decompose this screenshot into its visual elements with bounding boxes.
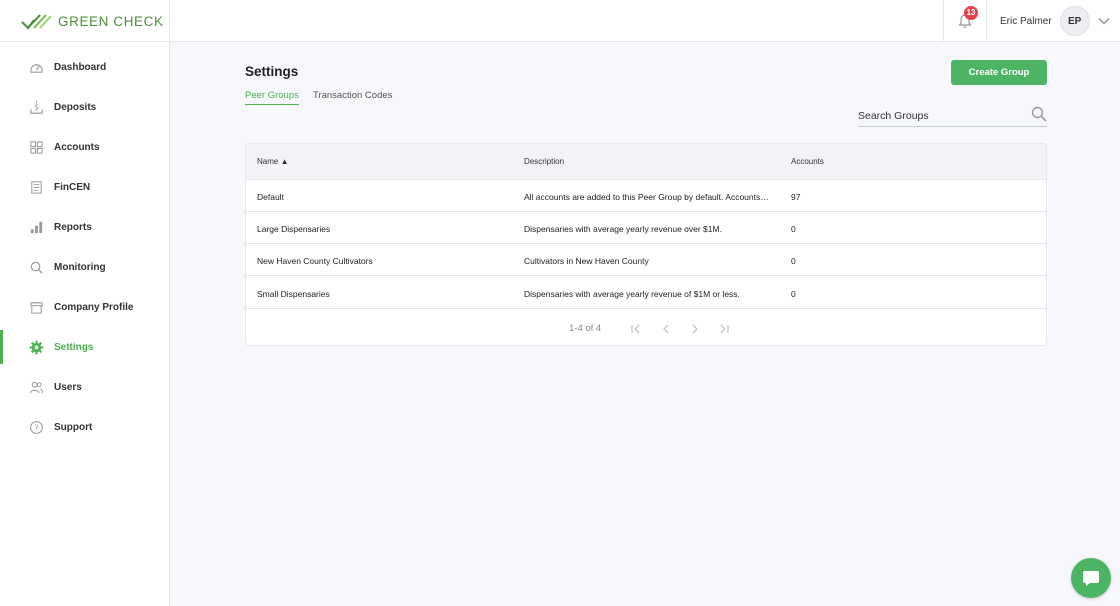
brand-name: GREEN CHECK	[58, 13, 164, 29]
sidebar-item-label: Support	[54, 421, 93, 433]
notifications-button[interactable]: 13	[943, 0, 987, 42]
pagination: 1-4 of 4	[246, 310, 1046, 345]
column-header-description[interactable]: Description	[524, 157, 564, 166]
next-page-icon[interactable]	[689, 322, 701, 334]
gear-icon	[28, 339, 44, 355]
store-icon	[28, 299, 44, 315]
document-icon	[28, 179, 44, 195]
sidebar-item-monitoring[interactable]: Monitoring	[0, 250, 169, 284]
sidebar-item-accounts[interactable]: Accounts	[0, 130, 169, 164]
users-icon	[28, 379, 44, 395]
sidebar-item-deposits[interactable]: $ Deposits	[0, 90, 169, 124]
cell-description: Dispensaries with average yearly revenue…	[524, 224, 722, 234]
pagination-range: 1-4 of 4	[569, 323, 602, 334]
cell-accounts: 0	[791, 224, 796, 234]
top-header: GREEN CHECK 13 Eric Palmer EP	[0, 0, 1120, 42]
grid-icon	[28, 139, 44, 155]
chevron-down-icon[interactable]	[1098, 17, 1110, 25]
help-icon: ?	[28, 419, 44, 435]
cell-description: Cultivators in New Haven County	[524, 256, 649, 266]
table-row[interactable]: Default All accounts are added to this P…	[246, 180, 1046, 212]
user-menu[interactable]: Eric Palmer EP	[1000, 0, 1110, 42]
bar-chart-icon	[28, 219, 44, 235]
cell-accounts: 97	[791, 192, 801, 202]
chat-bubble-icon	[1083, 571, 1099, 586]
sidebar-item-fincen[interactable]: FinCEN	[0, 170, 169, 204]
check-logo-icon	[21, 14, 52, 30]
cell-accounts: 0	[791, 289, 796, 299]
cell-accounts: 0	[791, 256, 796, 266]
cell-name: Small Dispensaries	[257, 289, 330, 299]
table-row[interactable]: Small Dispensaries Dispensaries with ave…	[246, 277, 1046, 309]
tab-transaction-codes[interactable]: Transaction Codes	[313, 90, 392, 104]
svg-text:?: ?	[34, 423, 38, 432]
sidebar-item-label: Company Profile	[54, 301, 134, 313]
prev-page-icon[interactable]	[660, 322, 672, 334]
first-page-icon[interactable]	[630, 322, 642, 334]
table-header: Name ▲ Description Accounts	[246, 144, 1046, 180]
search-box	[858, 105, 1047, 127]
sidebar-item-label: Reports	[54, 221, 92, 233]
create-group-button[interactable]: Create Group	[951, 60, 1047, 85]
sidebar-item-label: Accounts	[54, 141, 100, 153]
sidebar-item-label: Deposits	[54, 101, 97, 113]
sidebar-item-users[interactable]: Users	[0, 370, 169, 404]
search-input[interactable]	[858, 107, 1023, 125]
page-title: Settings	[245, 64, 299, 79]
chat-button[interactable]	[1071, 558, 1111, 598]
deposits-icon: $	[28, 99, 44, 115]
column-header-accounts[interactable]: Accounts	[791, 157, 824, 166]
sidebar-item-label: Monitoring	[54, 261, 106, 273]
cell-description: Dispensaries with average yearly revenue…	[524, 289, 740, 299]
column-header-name[interactable]: Name ▲	[257, 157, 288, 166]
sidebar-item-label: Users	[54, 381, 82, 393]
sidebar-item-label: Dashboard	[54, 61, 107, 73]
cell-description: All accounts are added to this Peer Grou…	[524, 192, 769, 202]
sidebar: Dashboard $ Deposits Accounts FinCEN Rep…	[0, 42, 170, 606]
last-page-icon[interactable]	[718, 322, 730, 334]
dashboard-icon	[28, 59, 44, 75]
sidebar-item-support[interactable]: ? Support	[0, 410, 169, 444]
table-row[interactable]: New Haven County Cultivators Cultivators…	[246, 244, 1046, 276]
tab-peer-groups[interactable]: Peer Groups	[245, 90, 299, 105]
cell-name: Large Dispensaries	[257, 224, 331, 234]
cell-name: New Haven County Cultivators	[257, 256, 373, 266]
user-name: Eric Palmer	[1000, 15, 1052, 27]
sidebar-item-label: FinCEN	[54, 181, 91, 193]
avatar[interactable]: EP	[1059, 6, 1090, 36]
search-icon	[28, 259, 44, 275]
cell-name: Default	[257, 192, 284, 202]
sidebar-item-dashboard[interactable]: Dashboard	[0, 50, 169, 84]
brand-logo[interactable]: GREEN CHECK	[0, 0, 170, 42]
sidebar-item-reports[interactable]: Reports	[0, 210, 169, 244]
sidebar-item-settings[interactable]: Settings	[0, 330, 169, 364]
table-row[interactable]: Large Dispensaries Dispensaries with ave…	[246, 212, 1046, 244]
search-icon[interactable]	[1031, 106, 1047, 122]
peer-groups-table: Name ▲ Description Accounts Default All …	[245, 143, 1047, 346]
svg-text:$: $	[34, 102, 39, 111]
sidebar-item-label: Settings	[54, 341, 94, 353]
notification-count-badge: 13	[964, 6, 978, 20]
sidebar-item-company-profile[interactable]: Company Profile	[0, 290, 169, 324]
